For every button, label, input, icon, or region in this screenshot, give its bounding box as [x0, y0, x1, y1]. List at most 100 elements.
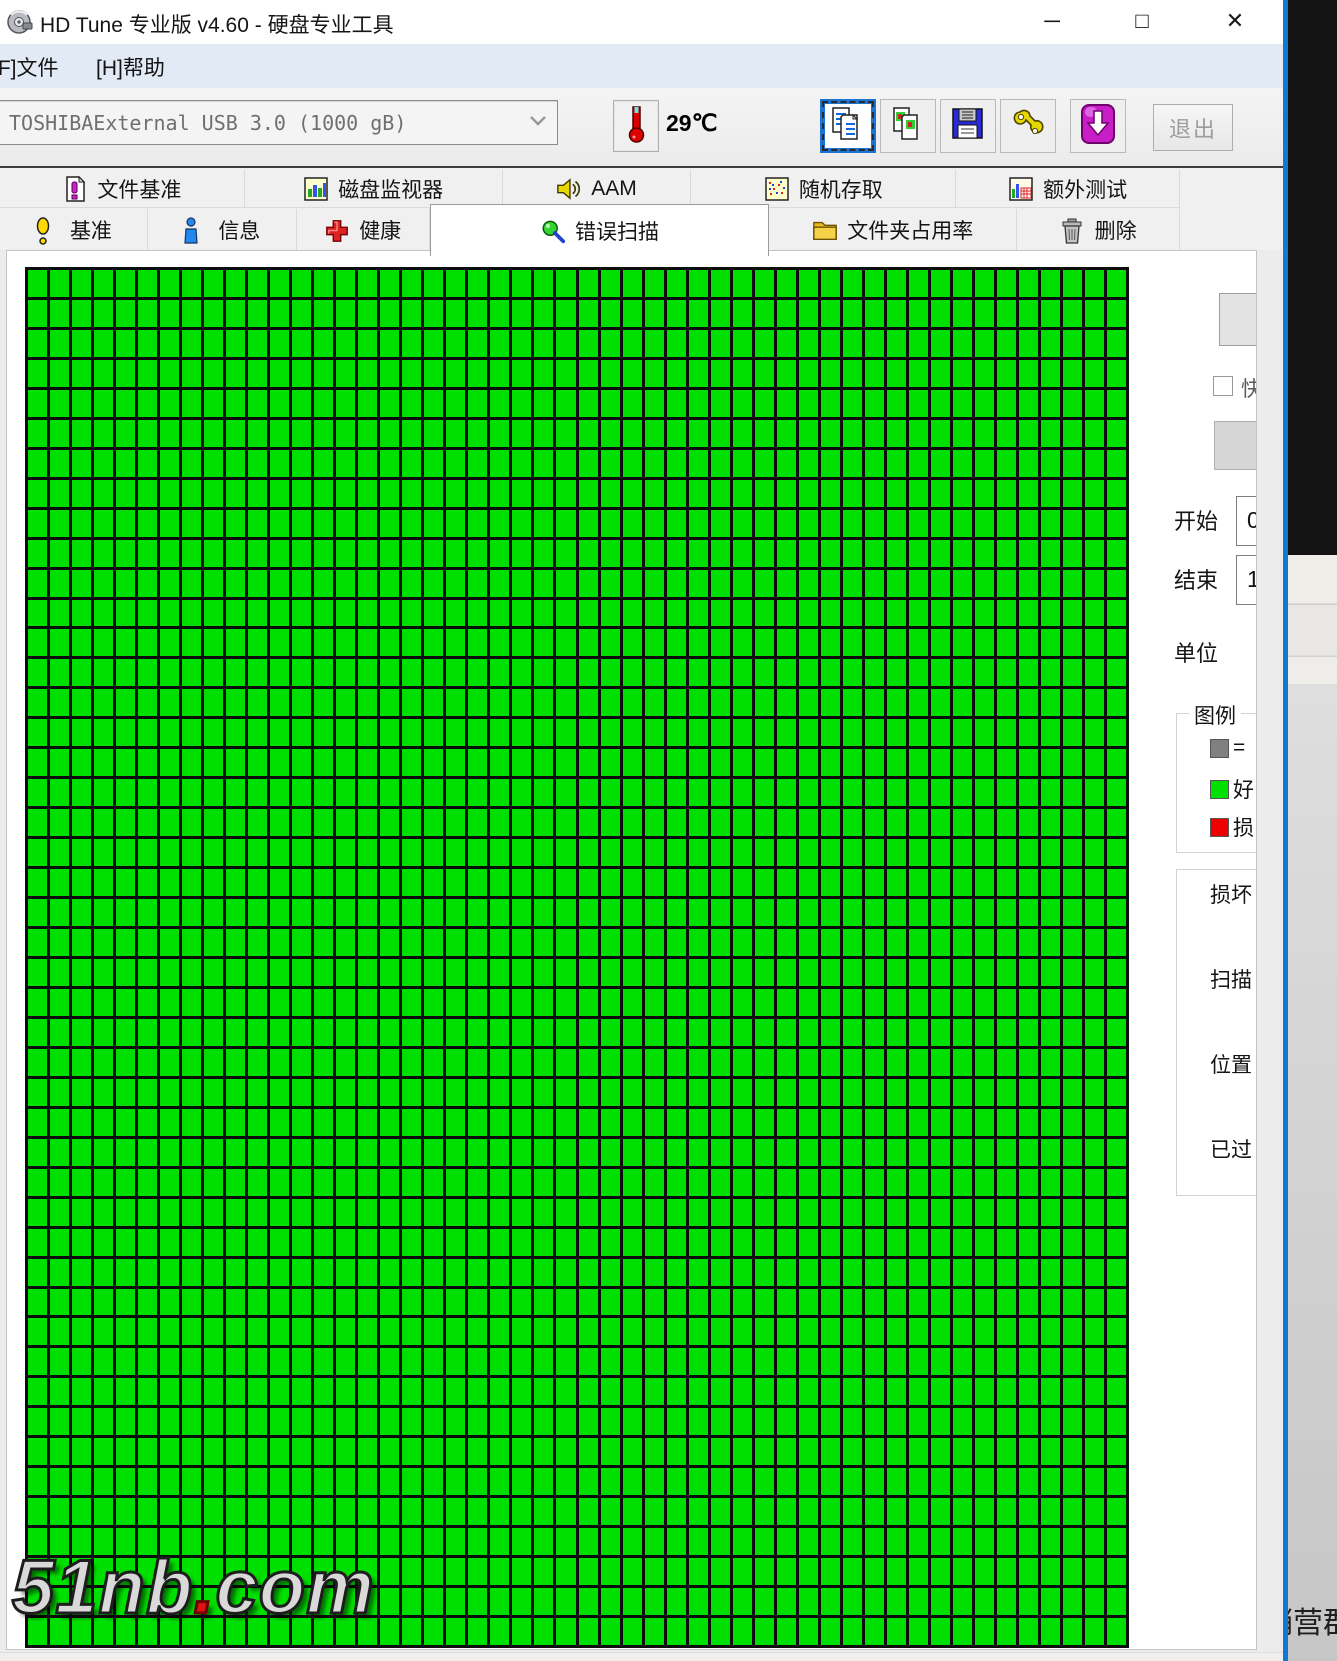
scan-block — [799, 510, 818, 537]
tab-row2-2[interactable]: 健康 — [297, 209, 430, 250]
scan-block — [1019, 1318, 1038, 1345]
scan-block — [182, 420, 201, 447]
scan-block — [226, 1169, 245, 1196]
scan-block — [733, 540, 752, 567]
scan-block — [601, 1199, 620, 1226]
exit-button[interactable]: 退出 — [1153, 104, 1233, 151]
scan-block — [182, 1408, 201, 1435]
tab-row2-5[interactable]: 删除 — [1017, 209, 1179, 250]
scan-block — [689, 959, 708, 986]
scan-block — [931, 1378, 950, 1405]
scan-block — [468, 510, 487, 537]
scan-block — [931, 1468, 950, 1495]
scan-block — [645, 270, 664, 297]
scan-block — [380, 839, 399, 866]
scan-block — [534, 600, 553, 627]
scan-block — [1019, 1468, 1038, 1495]
scan-block — [490, 989, 509, 1016]
scan-block — [270, 989, 289, 1016]
download-button[interactable] — [1070, 99, 1126, 153]
scan-block — [292, 1139, 311, 1166]
scan-block — [1085, 989, 1104, 1016]
scan-block — [248, 779, 267, 806]
scan-block — [248, 1139, 267, 1166]
tab-row1-2[interactable]: AAM — [503, 170, 692, 207]
close-button[interactable]: ✕ — [1201, 0, 1269, 42]
scan-block — [711, 1618, 730, 1645]
scan-block — [579, 689, 598, 716]
tab-row2-1[interactable]: 信息 — [148, 209, 297, 250]
scan-block — [733, 600, 752, 627]
maximize-button[interactable]: □ — [1108, 0, 1176, 42]
scan-block — [358, 510, 377, 537]
drive-selector-dropdown[interactable]: TOSHIBAExternal USB 3.0 (1000 gB) — [0, 100, 558, 145]
scan-block — [424, 600, 443, 627]
scan-block — [579, 719, 598, 746]
scan-block — [556, 390, 575, 417]
scan-block — [28, 929, 47, 956]
copy-text-button[interactable] — [820, 99, 876, 153]
menu-help[interactable]: [H]帮助 — [96, 52, 165, 82]
scan-block — [72, 330, 91, 357]
scan-block — [138, 330, 157, 357]
tab-row2-4[interactable]: 文件夹占用率 — [769, 209, 1017, 250]
scan-block — [94, 330, 113, 357]
tab-row1-3[interactable]: 随机存取 — [691, 170, 956, 207]
scan-block — [28, 1408, 47, 1435]
scan-block — [28, 749, 47, 776]
quick-scan-checkbox[interactable] — [1213, 376, 1233, 396]
scan-block — [182, 959, 201, 986]
scan-block — [534, 809, 553, 836]
status-label-0: 损坏 — [1210, 879, 1252, 909]
tab-row2-0[interactable]: 基准 — [0, 209, 148, 250]
scan-block — [226, 1049, 245, 1076]
scan-block — [336, 1498, 355, 1525]
start-scan-button[interactable] — [1219, 293, 1257, 346]
tab-row1-4[interactable]: 额外测试 — [956, 170, 1179, 207]
map-button[interactable] — [1214, 421, 1257, 470]
temperature-button[interactable] — [613, 100, 659, 152]
copy-text-icon — [831, 106, 865, 147]
scan-block — [601, 570, 620, 597]
scan-block — [138, 1079, 157, 1106]
scan-block — [380, 1289, 399, 1316]
scan-block — [556, 1259, 575, 1286]
minimize-button[interactable]: ─ — [1018, 0, 1086, 42]
scan-block — [204, 1199, 223, 1226]
end-input[interactable]: 1 — [1236, 555, 1257, 605]
scan-block — [887, 1049, 906, 1076]
scan-block — [446, 360, 465, 387]
scan-block — [270, 570, 289, 597]
scan-block — [160, 1199, 179, 1226]
scan-block — [579, 1139, 598, 1166]
scan-block — [953, 689, 972, 716]
scan-block — [446, 1618, 465, 1645]
tab-row2-3[interactable]: 错误扫描 — [430, 204, 770, 256]
scan-block — [843, 390, 862, 417]
scan-block — [226, 270, 245, 297]
scan-block — [424, 1588, 443, 1615]
toolbar: TOSHIBAExternal USB 3.0 (1000 gB) 29℃ — [0, 88, 1283, 166]
save-button[interactable] — [940, 99, 996, 153]
menu-file[interactable]: [F]文件 — [0, 52, 59, 82]
scan-block — [534, 989, 553, 1016]
scan-block — [931, 869, 950, 896]
tab-row1-0[interactable]: 文件基准 — [0, 170, 245, 207]
copy-image-button[interactable] — [880, 99, 936, 153]
start-input[interactable]: 0 — [1236, 496, 1257, 546]
scan-block — [94, 989, 113, 1016]
scan-block — [865, 629, 884, 656]
scan-block — [314, 1318, 333, 1345]
scan-block — [579, 1289, 598, 1316]
scan-block — [358, 959, 377, 986]
scan-block — [380, 1109, 399, 1136]
options-button[interactable] — [1000, 99, 1056, 153]
scan-block — [887, 1019, 906, 1046]
scan-block — [1019, 929, 1038, 956]
scan-block — [1085, 1498, 1104, 1525]
scan-block — [50, 540, 69, 567]
scan-block — [1041, 570, 1060, 597]
scan-block — [512, 839, 531, 866]
scan-block — [821, 1019, 840, 1046]
tab-row1-1[interactable]: 磁盘监视器 — [245, 170, 503, 207]
